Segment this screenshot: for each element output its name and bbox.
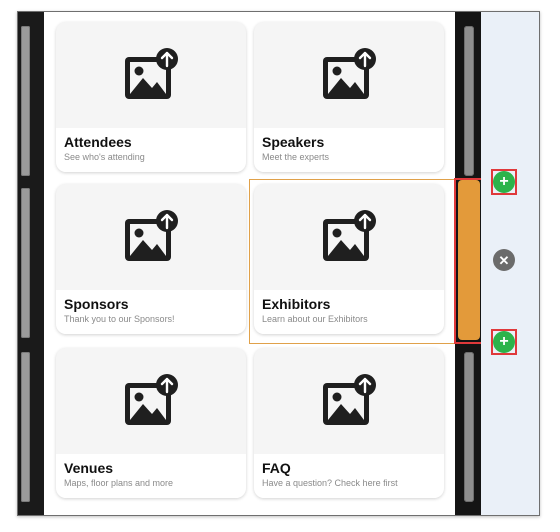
left-column-strip bbox=[18, 12, 44, 515]
image-upload-icon bbox=[323, 48, 376, 99]
editor-frame: Attendees See who's attending Speakers M… bbox=[17, 11, 540, 516]
tile-grid: Attendees See who's attending Speakers M… bbox=[44, 12, 455, 515]
image-placeholder[interactable] bbox=[254, 22, 444, 128]
tile-subtitle: Have a question? Check here first bbox=[262, 478, 398, 488]
image-upload-icon bbox=[125, 210, 178, 261]
tile-title: Sponsors bbox=[64, 296, 129, 312]
tile-caption: Venues Maps, floor plans and more bbox=[56, 454, 246, 498]
tile-sponsors[interactable]: Sponsors Thank you to our Sponsors! bbox=[56, 184, 246, 334]
image-placeholder[interactable] bbox=[56, 348, 246, 454]
tile-speakers[interactable]: Speakers Meet the experts bbox=[254, 22, 444, 172]
image-placeholder[interactable] bbox=[254, 348, 444, 454]
tile-subtitle: Meet the experts bbox=[262, 152, 330, 162]
tile-caption: Speakers Meet the experts bbox=[254, 128, 444, 172]
tile-title: Exhibitors bbox=[262, 296, 331, 312]
left-column-gauge bbox=[21, 26, 30, 176]
image-placeholder[interactable] bbox=[56, 22, 246, 128]
right-column-gauge bbox=[464, 26, 474, 176]
tile-exhibitors[interactable]: Exhibitors Learn about our Exhibitors bbox=[254, 184, 444, 334]
tile-title: Speakers bbox=[262, 134, 325, 150]
plus-circle-icon: + bbox=[499, 173, 509, 190]
tile-title: Attendees bbox=[64, 134, 132, 150]
tile-caption: Sponsors Thank you to our Sponsors! bbox=[56, 290, 246, 334]
image-upload-icon bbox=[125, 48, 178, 99]
tile-title: FAQ bbox=[262, 460, 291, 476]
image-upload-icon bbox=[125, 374, 178, 425]
tile-caption: Attendees See who's attending bbox=[56, 128, 246, 172]
right-column-gauge bbox=[464, 352, 474, 502]
tile-subtitle: Maps, floor plans and more bbox=[64, 478, 174, 488]
add-column-button[interactable]: + bbox=[493, 331, 515, 353]
tile-venues[interactable]: Venues Maps, floor plans and more bbox=[56, 348, 246, 498]
tile-faq[interactable]: FAQ Have a question? Check here first bbox=[254, 348, 444, 498]
remove-column-button[interactable]: ✕ bbox=[493, 249, 515, 271]
image-placeholder[interactable] bbox=[254, 184, 444, 290]
tile-subtitle: Thank you to our Sponsors! bbox=[64, 314, 175, 324]
left-column-gauge bbox=[21, 188, 30, 338]
tile-caption: Exhibitors Learn about our Exhibitors bbox=[254, 290, 444, 334]
tile-attendees[interactable]: Attendees See who's attending bbox=[56, 22, 246, 172]
left-column-gauge bbox=[21, 352, 30, 502]
tile-subtitle: Learn about our Exhibitors bbox=[262, 314, 368, 324]
add-column-button[interactable]: + bbox=[493, 171, 515, 193]
image-placeholder[interactable] bbox=[56, 184, 246, 290]
tile-subtitle: See who's attending bbox=[64, 152, 145, 162]
image-upload-icon bbox=[323, 374, 376, 425]
resize-handle-highlight bbox=[454, 178, 484, 344]
tile-title: Venues bbox=[64, 460, 114, 476]
image-upload-icon bbox=[323, 210, 376, 261]
plus-circle-icon: + bbox=[499, 333, 509, 350]
x-circle-icon: ✕ bbox=[498, 252, 510, 268]
tile-caption: FAQ Have a question? Check here first bbox=[254, 454, 444, 498]
